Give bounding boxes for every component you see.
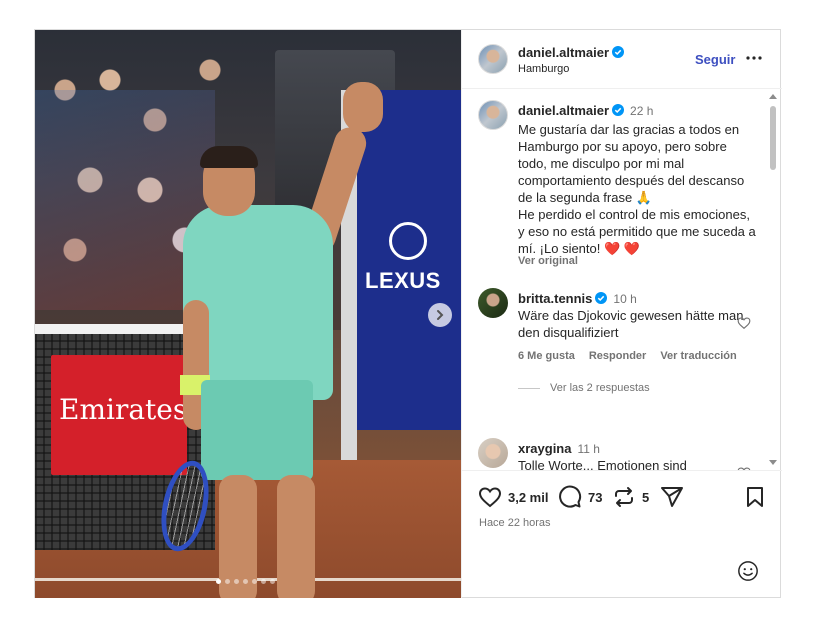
- lexus-logo: [389, 222, 427, 260]
- caption-author-avatar[interactable]: [478, 100, 508, 130]
- post-location[interactable]: Hamburgo: [518, 63, 569, 75]
- comment-likes[interactable]: 6 Me gusta: [518, 350, 575, 362]
- lexus-banner: LEXUS: [353, 90, 461, 430]
- comments-scroll-area[interactable]: daniel.altmaier 22 h Me gustaría dar las …: [462, 90, 782, 470]
- scrollbar[interactable]: [767, 90, 779, 470]
- carousel-dot: [243, 579, 248, 584]
- see-original-link[interactable]: Ver original: [518, 255, 578, 267]
- like-count[interactable]: 3,2 mil: [508, 490, 548, 505]
- comment-username[interactable]: britta.tennis: [518, 291, 592, 306]
- carousel-dot: [252, 579, 257, 584]
- emirates-banner-text: Emirates: [59, 393, 188, 426]
- follow-button[interactable]: Seguir: [695, 52, 735, 67]
- share-action[interactable]: [660, 485, 684, 509]
- carousel-dot: [234, 579, 239, 584]
- comment-text: Tolle Worte... Emotionen sind menschlich…: [518, 458, 687, 470]
- next-slide-button[interactable]: [428, 303, 452, 327]
- post-header: daniel.altmaier Hamburgo Seguir: [462, 30, 782, 89]
- player-hand: [343, 82, 383, 132]
- comment-text: Wäre das Djokovic gewesen hätte man den …: [518, 308, 744, 340]
- view-replies[interactable]: Ver las 2 respuestas: [518, 382, 650, 394]
- emoji-icon[interactable]: [737, 560, 759, 582]
- player-leg-right: [277, 475, 315, 598]
- comment-time: 11 h: [577, 442, 600, 456]
- heart-icon[interactable]: [478, 485, 502, 509]
- comment-avatar[interactable]: [478, 438, 508, 468]
- comment-username[interactable]: xraygina: [518, 441, 571, 456]
- more-icon[interactable]: [745, 50, 763, 66]
- repost-icon[interactable]: [612, 485, 636, 509]
- comment-actions: 6 Me gusta Responder Ver traducción: [518, 350, 737, 362]
- scroll-down-arrow[interactable]: [769, 460, 777, 465]
- chevron-right-icon: [437, 310, 444, 320]
- lexus-banner-text: LEXUS: [365, 268, 441, 293]
- carousel-dot: [216, 579, 221, 584]
- bookmark-icon[interactable]: [743, 485, 767, 509]
- replies-divider: [518, 387, 540, 389]
- caption-time: 22 h: [630, 104, 654, 118]
- carousel-indicators: [216, 579, 275, 584]
- repost-action[interactable]: 5: [612, 485, 649, 509]
- carousel-dot: [270, 579, 275, 584]
- scroll-thumb[interactable]: [770, 106, 776, 170]
- posted-time[interactable]: Hace 22 horas: [479, 517, 551, 529]
- comment-avatar[interactable]: [478, 288, 508, 318]
- scroll-up-arrow[interactable]: [769, 94, 777, 99]
- post-actions: 3,2 mil 73 5 Hace 22 horas: [462, 470, 782, 598]
- verified-icon: [595, 292, 608, 304]
- verified-icon: [612, 104, 625, 116]
- share-icon[interactable]: [660, 485, 684, 509]
- comment-header: britta.tennis 10 h: [518, 290, 637, 308]
- reply-button[interactable]: Responder: [589, 350, 646, 362]
- comment-header: xraygina 11 h: [518, 440, 600, 458]
- comment-icon[interactable]: [558, 485, 582, 509]
- comment-action[interactable]: 73: [558, 485, 602, 509]
- post-sidebar: daniel.altmaier Hamburgo Seguir daniel.a…: [461, 30, 782, 598]
- post-media[interactable]: LEXUS Emirates: [35, 30, 461, 598]
- heart-icon[interactable]: [737, 316, 751, 330]
- author-username[interactable]: daniel.altmaier: [518, 45, 609, 60]
- caption-paragraph-1: Me gustaría dar las gracias a todos en H…: [518, 122, 745, 205]
- caption-username[interactable]: daniel.altmaier: [518, 103, 609, 118]
- player-shorts: [201, 380, 313, 480]
- instagram-post: LEXUS Emirates daniel.altmaier Hamburgo …: [34, 29, 782, 598]
- translate-button[interactable]: Ver traducción: [660, 350, 736, 362]
- repost-count[interactable]: 5: [642, 490, 649, 505]
- comment-time: 10 h: [613, 292, 637, 306]
- carousel-dot: [225, 579, 230, 584]
- author-avatar[interactable]: [478, 44, 508, 74]
- author-line: daniel.altmaier: [518, 44, 625, 62]
- player-hair: [200, 146, 258, 168]
- caption-header: daniel.altmaier 22 h: [518, 102, 653, 120]
- emirates-banner: Emirates: [51, 355, 187, 475]
- verified-icon: [612, 46, 625, 58]
- caption-paragraph-2: He perdido el control de mis emociones, …: [518, 207, 756, 256]
- comment-count[interactable]: 73: [588, 490, 602, 505]
- save-action[interactable]: [743, 485, 767, 509]
- caption-text: Me gustaría dar las gracias a todos en H…: [518, 121, 758, 257]
- view-replies-label: Ver las 2 respuestas: [550, 382, 650, 394]
- like-action[interactable]: 3,2 mil: [478, 485, 548, 509]
- carousel-dot: [261, 579, 266, 584]
